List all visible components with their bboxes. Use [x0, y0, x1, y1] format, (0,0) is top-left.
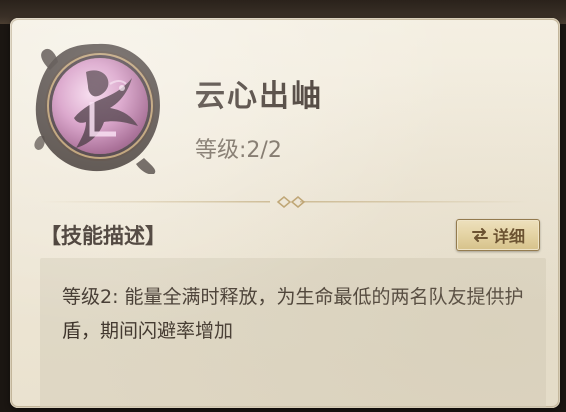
game-screen: 云心出岫 等级:2/2 【技能描述】 详细 等级2: 能量全满时释放，为生命最低…	[0, 0, 566, 412]
detail-button-label: 详细	[492, 227, 525, 246]
skill-detail-panel: 云心出岫 等级:2/2 【技能描述】 详细 等级2: 能量全满时释放，为生命最低…	[10, 18, 560, 408]
skill-level: 等级:2/2	[195, 138, 282, 163]
detail-button[interactable]: 详细	[456, 219, 540, 251]
section-heading: 【技能描述】	[40, 224, 166, 248]
skill-portrait-icon	[52, 58, 148, 154]
description-text: 等级2: 能量全满时释放，为生命最低的两名队友提供护盾，期间闪避率增加	[62, 286, 524, 342]
swap-arrows-icon	[471, 228, 488, 242]
skill-name: 云心出岫	[195, 79, 323, 114]
description-box: 等级2: 能量全满时释放，为生命最低的两名队友提供护盾，期间闪避率增加	[40, 258, 546, 408]
ornamental-divider	[40, 196, 530, 208]
